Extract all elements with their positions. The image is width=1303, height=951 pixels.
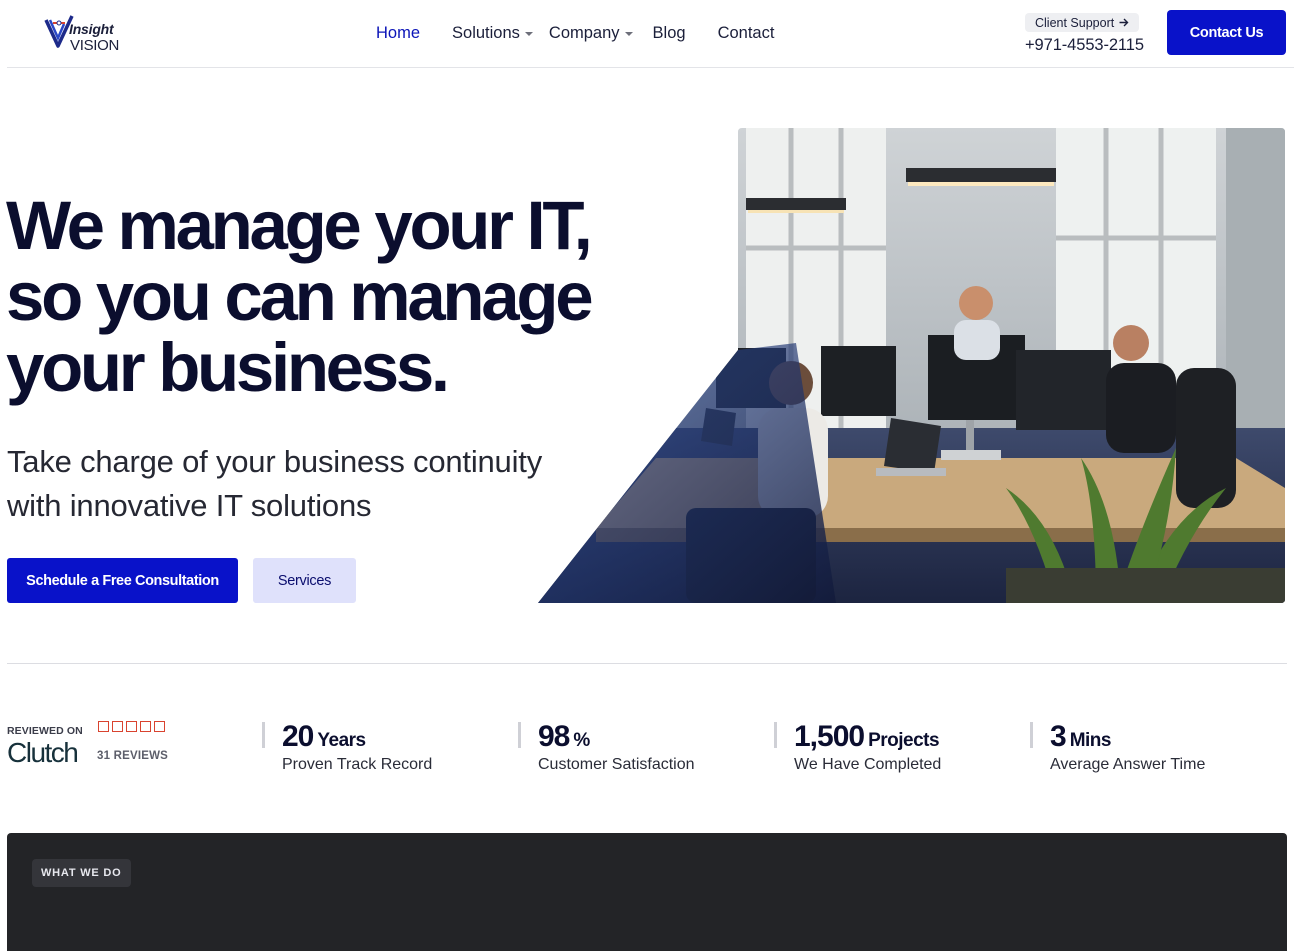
hero-subtitle: Take charge of your business continuity … [7, 440, 607, 528]
hero-office-photo [538, 128, 1285, 603]
nav-solutions[interactable]: Solutions [452, 24, 533, 43]
stat-unit: % [573, 730, 590, 751]
client-support-link[interactable]: Client Support [1025, 13, 1140, 32]
nav-company[interactable]: Company [549, 24, 633, 43]
stat-value: 1,500 Projects [794, 720, 940, 754]
stat-value: 20 Years [282, 720, 366, 754]
stat-projects: 1,500 Projects We Have Completed [774, 720, 994, 775]
section-divider [7, 663, 1287, 664]
stat-accent-bar [1030, 722, 1033, 748]
header-divider [7, 67, 1294, 68]
stat-number: 3 [1050, 720, 1067, 753]
stat-unit: Years [317, 730, 366, 751]
reviews-count: 31 REVIEWS [97, 750, 169, 762]
chevron-down-icon [624, 31, 633, 36]
stat-accent-bar [262, 722, 265, 748]
stat-number: 20 [282, 720, 314, 753]
reviewed-on-label: REVIEWED ON [7, 725, 83, 737]
chevron-down-icon [524, 31, 533, 36]
stat-accent-bar [518, 722, 521, 748]
stat-label: Proven Track Record [282, 756, 433, 773]
star-icon [112, 721, 123, 732]
nav-contact[interactable]: Contact [718, 24, 775, 43]
clutch-logo: Clutch [7, 737, 79, 769]
contact-us-button[interactable]: Contact Us [1167, 10, 1286, 55]
what-we-do-badge: WHAT WE DO [32, 859, 131, 887]
nav-contact-label: Contact [717, 23, 775, 42]
hero-subtitle-line: with innovative IT solutions [7, 488, 372, 523]
stat-answer-time: 3 Mins Average Answer Time [1030, 720, 1260, 775]
nav-blog-label: Blog [652, 23, 686, 42]
stat-value: 98% [538, 720, 590, 754]
nav-blog[interactable]: Blog [653, 24, 686, 43]
nav-home-label: Home [376, 23, 421, 42]
insight-vision-logo[interactable]: Insight VISION [44, 14, 124, 56]
schedule-consultation-button[interactable]: Schedule a Free Consultation [7, 558, 238, 603]
services-button[interactable]: Services [253, 558, 356, 603]
nav-home[interactable]: Home [376, 24, 420, 43]
stat-number: 98 [538, 720, 570, 753]
stat-accent-bar [774, 722, 777, 748]
stat-unit: Mins [1069, 730, 1112, 751]
logo-text-vision: VISION [70, 37, 120, 54]
phone-number[interactable]: +971-4553-2115 [1025, 36, 1144, 55]
stat-value: 3 Mins [1050, 720, 1111, 754]
what-we-do-section: WHAT WE DO [7, 833, 1287, 951]
site-header: Insight VISION Home Solutions Company Bl… [0, 0, 1303, 68]
main-nav: Home Solutions Company Blog Contact [376, 22, 774, 44]
stat-number: 1,500 [794, 720, 865, 753]
clutch-review-badge[interactable]: REVIEWED ON Clutch 31 REVIEWS [7, 720, 227, 770]
stat-satisfaction: 98% Customer Satisfaction [518, 720, 738, 775]
stat-unit: Projects [868, 730, 940, 751]
hero-subtitle-line: Take charge of your business continuity [7, 444, 543, 479]
stat-label: Customer Satisfaction [538, 756, 695, 773]
arrow-right-icon [1119, 18, 1129, 27]
stat-label: We Have Completed [794, 756, 942, 773]
stat-label: Average Answer Time [1050, 756, 1206, 773]
stat-years: 20 Years Proven Track Record [262, 720, 482, 775]
star-icon [98, 721, 109, 732]
nav-solutions-label: Solutions [452, 23, 520, 42]
star-icon [140, 721, 151, 732]
star-icon [154, 721, 165, 732]
star-icon [126, 721, 137, 732]
logo-text-insight: Insight [69, 21, 114, 37]
rating-stars [98, 721, 165, 732]
client-support-label: Client Support [1035, 15, 1115, 30]
clutch-logo-text: Clutch [7, 737, 79, 768]
nav-company-label: Company [548, 23, 620, 42]
